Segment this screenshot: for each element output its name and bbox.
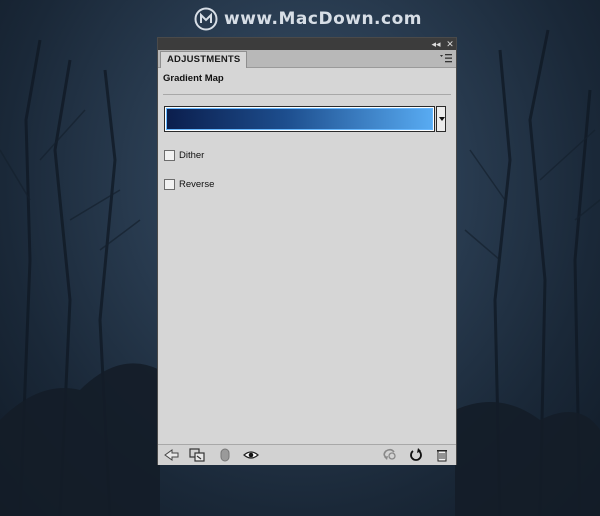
clip-layer-icon[interactable]: [189, 448, 205, 462]
dither-checkbox[interactable]: [164, 149, 175, 161]
adjustment-title: Gradient Map: [163, 73, 224, 84]
mask-icon[interactable]: [217, 448, 233, 462]
macdown-logo-icon: [194, 7, 218, 31]
reverse-checkbox[interactable]: [164, 178, 175, 190]
reset-icon[interactable]: [408, 448, 424, 462]
adjustments-panel: ◂◂ ✕ ADJUSTMENTS Gradient Map Dither Rev…: [157, 37, 457, 465]
gradient-picker[interactable]: [164, 106, 435, 132]
previous-state-icon[interactable]: [381, 448, 397, 462]
gradient-dropdown-button[interactable]: [436, 106, 446, 132]
watermark: www.MacDown.com: [194, 6, 422, 32]
close-icon[interactable]: ✕: [444, 38, 456, 50]
tab-adjustments[interactable]: ADJUSTMENTS: [160, 51, 248, 68]
collapse-icon[interactable]: ◂◂: [430, 38, 442, 50]
chevron-down-icon: [439, 117, 445, 121]
gradient-swatch[interactable]: [166, 108, 433, 130]
reverse-label: Reverse: [179, 178, 215, 190]
watermark-text: www.MacDown.com: [224, 9, 422, 29]
dither-label: Dither: [179, 149, 205, 161]
dither-option[interactable]: Dither: [164, 149, 204, 161]
visibility-eye-icon[interactable]: [243, 448, 259, 462]
panel-bottom-toolbar: [158, 444, 456, 465]
reverse-option[interactable]: Reverse: [164, 178, 214, 190]
panel-menu-icon[interactable]: [440, 53, 452, 64]
back-arrow-icon[interactable]: [163, 448, 179, 462]
panel-titlebar: ◂◂ ✕: [158, 38, 456, 50]
delete-icon[interactable]: [434, 448, 450, 462]
divider: [163, 94, 451, 95]
panel-tab-row: ADJUSTMENTS: [158, 50, 456, 68]
